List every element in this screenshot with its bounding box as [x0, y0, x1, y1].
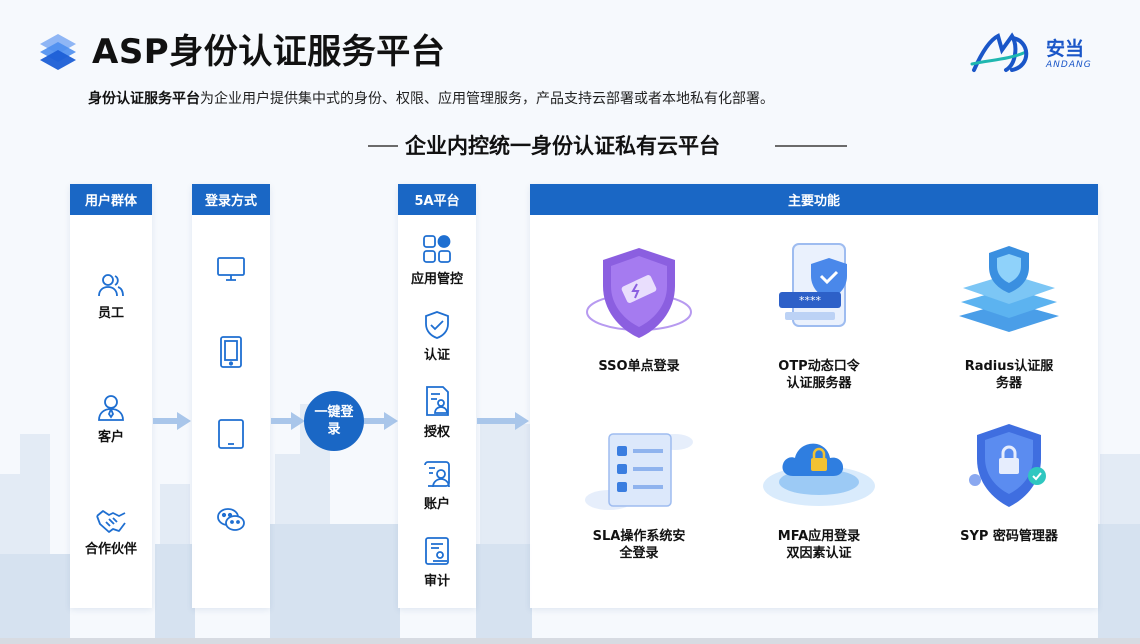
platform-label-authorize: 授权 — [423, 425, 450, 440]
user-label-employees: 员工 — [97, 306, 124, 321]
bottom-strip — [0, 638, 1140, 644]
feature-sso-label: SSO单点登录 — [598, 359, 680, 374]
page-title: ASP身份认证服务平台 — [92, 32, 446, 72]
one-key-label: 一键登录 — [314, 405, 354, 437]
radius-server-icon — [959, 246, 1059, 332]
login-item-wechat[interactable] — [192, 507, 270, 533]
shield-check-icon — [425, 311, 449, 339]
feature-mfa-label: MFA应用登录 双因素认证 — [777, 529, 861, 561]
sla-checklist-icon — [585, 433, 693, 510]
platform-panel: 5A平台 应用管控 认证 授权 账户 审计 — [398, 184, 476, 608]
platform-item-authorize: 授权 — [398, 385, 476, 440]
login-item-tablet[interactable] — [192, 418, 270, 450]
feature-radius-label: Radius认证服 务器 — [964, 359, 1054, 391]
main-functions-panel: 主要功能 SSO单点登录 **** OTP动态口令 认证服务器 Radius认证… — [530, 184, 1098, 608]
intro-rest: 为企业用户提供集中式的身份、权限、应用管理服务，产品支持云部署或者本地私有化部署… — [200, 91, 774, 107]
platform-item-account: 账户 — [398, 459, 476, 512]
feature-otp[interactable]: **** OTP动态口令 认证服务器 — [744, 240, 894, 392]
subtitle: 企业内控统一身份认证私有云平台 — [405, 134, 720, 158]
otp-phone-icon: **** — [779, 243, 847, 327]
mfa-cloud-lock-icon — [763, 443, 875, 506]
feature-sla-label: SLA操作系统安 全登录 — [592, 529, 686, 561]
one-key-login-button[interactable]: 一键登录 — [304, 391, 364, 451]
platform-label-apps: 应用管控 — [410, 272, 463, 287]
login-panel-title: 登录方式 — [192, 184, 270, 215]
tablet-icon — [218, 419, 244, 449]
feature-radius[interactable]: Radius认证服 务器 — [934, 240, 1084, 392]
feature-otp-label: OTP动态口令 认证服务器 — [778, 359, 860, 391]
brand-sub: ANDANG — [1046, 60, 1092, 70]
layers-logo-icon — [40, 34, 76, 70]
main-panel-title: 主要功能 — [530, 184, 1098, 215]
phone-icon — [220, 336, 242, 368]
feature-sla[interactable]: SLA操作系统安 全登录 — [564, 420, 714, 562]
audit-icon — [425, 537, 449, 565]
customer-icon — [98, 395, 124, 421]
login-item-phone[interactable] — [192, 335, 270, 369]
sso-shield-icon — [586, 248, 692, 338]
platform-item-apps: 应用管控 — [398, 234, 476, 287]
svg-text:****: **** — [799, 294, 822, 307]
user-item-employees: 员工 — [70, 272, 152, 321]
arrow-onekey-to-platform — [364, 412, 398, 430]
login-panel: 登录方式 — [192, 184, 270, 608]
apps-icon — [423, 235, 451, 263]
arrow-login-to-onekey — [271, 412, 305, 430]
syp-shield-lock-icon — [969, 424, 1046, 507]
feature-syp[interactable]: SYP 密码管理器 — [934, 420, 1084, 545]
platform-label-audit: 审计 — [423, 574, 450, 589]
platform-label-auth: 认证 — [423, 348, 450, 363]
intro-text: 身份认证服务平台为企业用户提供集中式的身份、权限、应用管理服务，产品支持云部署或… — [88, 88, 774, 108]
user-label-customers: 客户 — [97, 430, 124, 445]
arrow-platform-to-main — [477, 412, 529, 430]
feature-syp-label: SYP 密码管理器 — [960, 529, 1058, 544]
user-item-customers: 客户 — [70, 392, 152, 445]
users-panel-title: 用户群体 — [70, 184, 152, 215]
account-icon — [424, 461, 450, 488]
arrow-users-to-login — [153, 412, 191, 430]
login-item-pc[interactable] — [192, 256, 270, 282]
platform-item-audit: 审计 — [398, 536, 476, 589]
intro-bold: 身份认证服务平台 — [88, 91, 200, 107]
platform-panel-title: 5A平台 — [398, 184, 476, 215]
subtitle-line-left — [368, 145, 398, 147]
handshake-icon — [96, 510, 126, 533]
users-panel: 用户群体 员工 客户 合作伙伴 — [70, 184, 152, 608]
wechat-icon — [217, 508, 245, 531]
platform-label-account: 账户 — [423, 497, 450, 512]
feature-sso[interactable]: SSO单点登录 — [564, 240, 714, 375]
monitor-icon — [217, 257, 245, 281]
user-label-partners: 合作伙伴 — [84, 542, 137, 557]
document-user-icon — [426, 386, 449, 416]
subtitle-line-right — [775, 145, 847, 147]
feature-mfa[interactable]: MFA应用登录 双因素认证 — [744, 420, 894, 562]
user-item-partners: 合作伙伴 — [70, 508, 152, 557]
platform-item-auth: 认证 — [398, 310, 476, 363]
employees-icon — [98, 274, 124, 297]
brand-name: 安当 — [1046, 38, 1085, 60]
